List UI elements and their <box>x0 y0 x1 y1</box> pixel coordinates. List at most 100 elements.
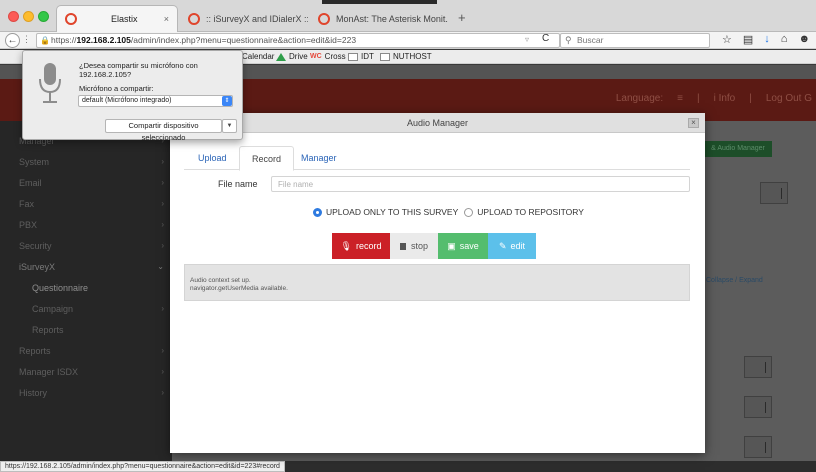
url-prefix: https:// <box>51 35 77 45</box>
chevron-right-icon: › <box>161 304 164 313</box>
tab-upload[interactable]: Upload <box>186 146 239 170</box>
sidebar-item-manager-isdx[interactable]: Manager ISDX › <box>0 362 172 382</box>
mic-device-select[interactable]: default (Micrófono integrado) ⇕ <box>78 95 233 107</box>
bookmark-cross[interactable]: WC Cross <box>310 50 346 64</box>
folder-icon <box>348 53 358 61</box>
menu-icon[interactable]: ≡ <box>677 93 683 104</box>
record-button[interactable]: 🎙 record <box>332 233 390 259</box>
url-bar[interactable]: 🔒 https://192.168.2.105/admin/index.php?… <box>36 33 560 48</box>
modal-title: Audio Manager <box>406 118 469 128</box>
folder-icon <box>380 53 390 61</box>
background-select[interactable] <box>744 356 772 378</box>
stop-button[interactable]: stop <box>390 233 438 259</box>
radio-repository[interactable] <box>464 207 474 217</box>
reload-icon[interactable]: C <box>542 33 549 44</box>
new-tab-button[interactable]: + <box>458 10 466 25</box>
bookmark-nuthost[interactable]: NUTHOST <box>380 50 432 64</box>
microphone-indicator-icon[interactable]: ⋮ <box>22 34 32 46</box>
window-edge <box>322 0 437 4</box>
chevron-right-icon: › <box>161 178 164 187</box>
bookmark-drive[interactable]: Drive <box>276 50 308 64</box>
microphone-icon: 🎙 <box>340 240 352 251</box>
audio-manager-button[interactable]: & Audio Manager <box>704 141 772 157</box>
bookmark-idt[interactable]: IDT <box>348 50 374 64</box>
sidebar-item-fax[interactable]: Fax › <box>0 194 172 214</box>
info-link[interactable]: i Info <box>714 93 736 104</box>
sidebar-item-isurveyx[interactable]: iSurveyX ⌄ <box>0 257 172 277</box>
tab-record[interactable]: Record <box>239 146 295 171</box>
monast-favicon-icon <box>318 12 330 25</box>
chevron-right-icon: › <box>161 199 164 208</box>
language-link[interactable]: Language: <box>616 93 663 104</box>
cross-icon: WC <box>310 53 322 60</box>
chevron-right-icon: › <box>161 157 164 166</box>
bookmark-star-icon[interactable]: ☆ <box>722 33 732 46</box>
share-options-dropdown[interactable]: ▼ <box>222 119 237 133</box>
background-select[interactable] <box>760 182 788 204</box>
bookmark-calendar[interactable]: Calendar <box>242 50 274 64</box>
share-device-button[interactable]: Compartir dispositivo seleccionado <box>105 119 222 142</box>
floppy-disk-icon: ▣ <box>447 240 456 251</box>
select-stepper-icon: ⇕ <box>222 96 232 106</box>
chevron-right-icon: › <box>161 388 164 397</box>
close-window-button[interactable] <box>8 11 19 22</box>
audio-manager-modal: Audio Manager × Upload Record Manager Fi… <box>170 113 705 453</box>
upload-target-radios: UPLOAD ONLY TO THIS SURVEY UPLOAD TO REP… <box>313 207 584 217</box>
radio-this-survey[interactable] <box>313 207 322 217</box>
background-select[interactable] <box>744 396 772 418</box>
chevron-right-icon: › <box>161 367 164 376</box>
edit-button[interactable]: ✎ edit <box>488 233 536 259</box>
chevron-right-icon: › <box>161 241 164 250</box>
tab-elastix[interactable]: Elastix × <box>56 5 178 32</box>
header-separator: | <box>749 93 752 104</box>
close-icon[interactable]: × <box>688 118 699 128</box>
download-icon[interactable]: ↓ <box>764 33 770 46</box>
mic-device-label: Micrófono a compartir: <box>79 84 154 93</box>
save-button[interactable]: ▣ save <box>438 233 488 259</box>
search-input[interactable]: ⚲ Buscar <box>560 33 710 48</box>
mic-device-value: default (Micrófono integrado) <box>82 97 172 104</box>
tab-isurveyx[interactable]: :: iSurveyX and IDialerX :: × <box>180 5 308 32</box>
mic-share-question: ¿Desea compartir su micrófono con 192.16… <box>79 61 198 79</box>
isurveyx-favicon-icon <box>188 12 200 25</box>
tab-manager[interactable]: Manager <box>289 146 349 170</box>
url-path: /admin/index.php?menu=questionnaire&acti… <box>130 35 357 45</box>
collapse-expand-link[interactable]: Collapse / Expand <box>706 277 763 284</box>
zoom-window-button[interactable] <box>38 11 49 22</box>
back-arrow-icon[interactable]: ← <box>5 33 20 48</box>
microphone-permission-popup: ¿Desea compartir su micrófono con 192.16… <box>22 50 243 142</box>
chat-icon[interactable]: ☻ <box>798 33 810 46</box>
tab-close-icon[interactable]: × <box>158 14 169 24</box>
tab-title: Elastix <box>111 14 138 24</box>
edit-icon: ✎ <box>498 240 507 251</box>
sidebar-item-security[interactable]: Security › <box>0 236 172 256</box>
toolbar-icons: ☆ ▤ ↓ ⌂ ☻ <box>722 33 810 46</box>
sidebar-item-pbx[interactable]: PBX › <box>0 215 172 235</box>
background-select[interactable] <box>744 436 772 458</box>
sidebar-item-email[interactable]: Email › <box>0 173 172 193</box>
browser-nav-bar: ← ⋮ 🔒 https://192.168.2.105/admin/index.… <box>0 32 816 49</box>
file-name-input[interactable] <box>271 176 690 192</box>
log-line: Audio context set up. <box>190 277 251 284</box>
chevron-right-icon: › <box>161 220 164 229</box>
sidebar-item-history[interactable]: History › <box>0 383 172 403</box>
minimize-window-button[interactable] <box>23 11 34 22</box>
sidebar-item-questionnaire[interactable]: Questionnaire <box>0 278 172 298</box>
url-host: 192.168.2.105 <box>76 35 131 45</box>
sidebar-item-reports[interactable]: Reports › <box>0 341 172 361</box>
logout-link[interactable]: Log Out G <box>766 93 812 104</box>
sidebar-item-system[interactable]: System › <box>0 152 172 172</box>
home-icon[interactable]: ⌂ <box>781 33 788 46</box>
header-separator: | <box>696 93 700 104</box>
sidebar-item-campaign[interactable]: Campaign › <box>0 299 172 319</box>
url-dropdown-icon[interactable]: ▿ <box>525 35 529 44</box>
modal-header: Audio Manager × <box>170 113 705 133</box>
modal-tabs: Upload Record Manager <box>184 146 690 171</box>
radio-this-survey-label: UPLOAD ONLY TO THIS SURVEY <box>326 207 459 217</box>
tab-monast[interactable]: MonAst: The Asterisk Monit... × <box>310 5 448 32</box>
microphone-icon <box>39 63 61 103</box>
library-icon[interactable]: ▤ <box>743 33 753 46</box>
sidebar-item-reports-sub[interactable]: Reports <box>0 320 172 340</box>
tab-title: :: iSurveyX and IDialerX :: <box>206 13 308 24</box>
search-icon: ⚲ <box>565 35 572 45</box>
